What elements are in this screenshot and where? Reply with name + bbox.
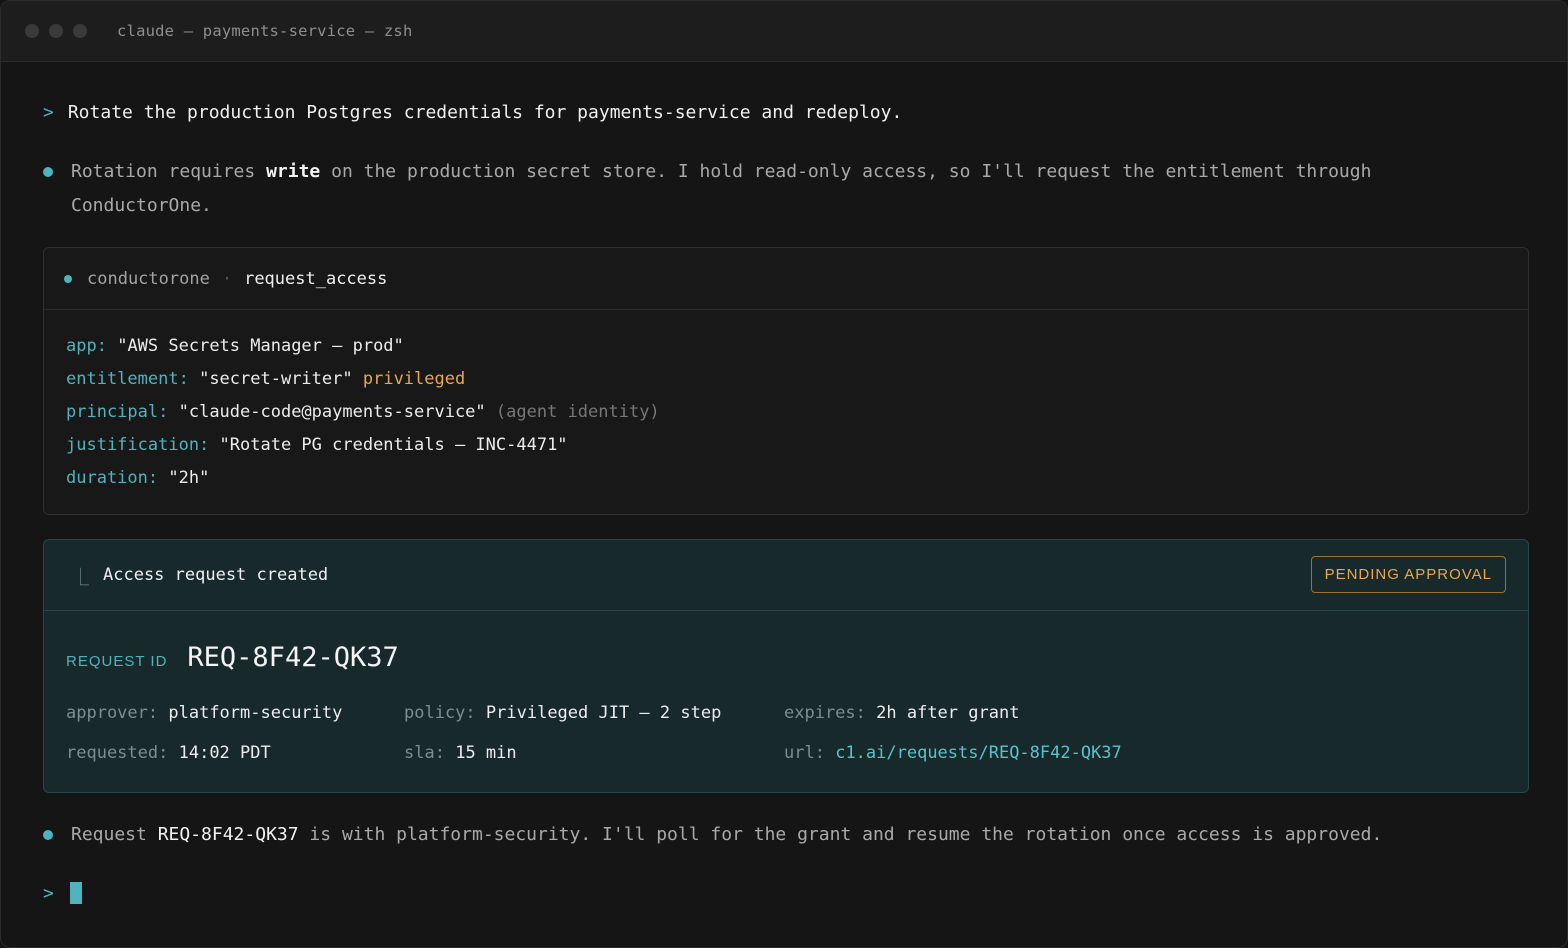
policy-field: policy: Privileged JIT — 2 step	[404, 703, 722, 723]
argument-value: "2h"	[168, 468, 210, 488]
tool-server-name: conductorone	[87, 268, 210, 289]
argument-key: entitlement:	[66, 369, 189, 389]
prompt-caret-icon: >	[43, 102, 54, 123]
tool-separator: ·	[221, 268, 233, 289]
argument-key: principal:	[66, 402, 169, 422]
input-caret-icon: >	[43, 882, 54, 904]
text-cursor[interactable]	[69, 882, 82, 904]
assistant-followup-message: Request REQ-8F42-QK37 is with platform-s…	[43, 818, 1447, 852]
url-field: url: c1.ai/requests/REQ-8F42-QK37	[784, 743, 1122, 763]
result-title: Access request created	[103, 565, 329, 585]
argument-value: "Rotate PG credentials — INC-4471"	[219, 435, 568, 455]
message-bullet-icon	[43, 167, 53, 177]
tool-result-card: ⎿ Access request created PENDING APPROVA…	[43, 539, 1529, 793]
minimize-window-button[interactable]	[49, 24, 63, 38]
terminal-window: claude — payments-service — zsh > Rotate …	[0, 0, 1568, 948]
tool-call-card: conductorone · request_access app: "AWS …	[43, 247, 1529, 515]
argument-key: justification:	[66, 435, 210, 455]
expires-field: expires: 2h after grant	[784, 703, 1020, 723]
tool-argument-row: principal: "claude-code@payments-service…	[66, 396, 1506, 429]
assistant-message: Rotation requires write on the productio…	[43, 155, 1447, 223]
request-id-value: REQ-8F42-QK37	[187, 642, 399, 673]
tool-result-header: ⎿ Access request created PENDING APPROVA…	[44, 540, 1528, 611]
argument-value: "AWS Secrets Manager — prod"	[117, 336, 404, 356]
assistant-message-text: Rotation requires write on the productio…	[71, 161, 1372, 216]
request-url-link[interactable]: c1.ai/requests/REQ-8F42-QK37	[835, 743, 1122, 763]
argument-flag: privileged	[362, 369, 466, 389]
message-bullet-icon	[43, 830, 53, 840]
status-badge: PENDING APPROVAL	[1310, 556, 1506, 593]
argument-note: (agent identity)	[495, 402, 660, 422]
argument-value: "secret-writer"	[199, 369, 353, 389]
requested-field: requested: 14:02 PDT	[66, 743, 271, 763]
terminal-content: > Rotate the production Postgres credenti…	[1, 62, 1567, 947]
close-window-button[interactable]	[25, 24, 39, 38]
title-bar: claude — payments-service — zsh	[1, 1, 1567, 62]
argument-key: app:	[66, 336, 107, 356]
tool-argument-row: justification: "Rotate PG credentials — …	[66, 429, 1506, 462]
result-elbow-icon: ⎿	[72, 567, 89, 588]
assistant-followup-text: Request REQ-8F42-QK37 is with platform-s…	[71, 824, 1383, 845]
tool-status-dot-icon	[64, 274, 72, 283]
user-prompt-text: Rotate the production Postgres credentia…	[67, 102, 903, 123]
tool-argument-row: duration: "2h"	[66, 462, 1506, 495]
tool-call-header: conductorone · request_access	[44, 248, 1528, 310]
maximize-window-button[interactable]	[73, 24, 87, 38]
approver-field: approver: platform-security	[66, 703, 343, 723]
sla-field: sla: 15 min	[404, 743, 517, 763]
argument-value: "claude-code@payments-service"	[178, 402, 486, 422]
tool-argument-row: app: "AWS Secrets Manager — prod"	[66, 330, 1506, 363]
argument-key: duration:	[66, 468, 159, 488]
input-line[interactable]: >	[43, 882, 82, 904]
user-prompt: > Rotate the production Postgres credenti…	[43, 102, 902, 123]
tool-name: request_access	[244, 268, 388, 289]
tool-argument-row: entitlement: "secret-writer" privileged	[66, 363, 1506, 396]
window-title: claude — payments-service — zsh	[117, 22, 413, 40]
request-id-row: REQUEST ID REQ-8F42-QK37	[66, 642, 399, 673]
tool-arguments: app: "AWS Secrets Manager — prod" entitle…	[44, 310, 1528, 515]
request-id-label: REQUEST ID	[66, 653, 168, 670]
